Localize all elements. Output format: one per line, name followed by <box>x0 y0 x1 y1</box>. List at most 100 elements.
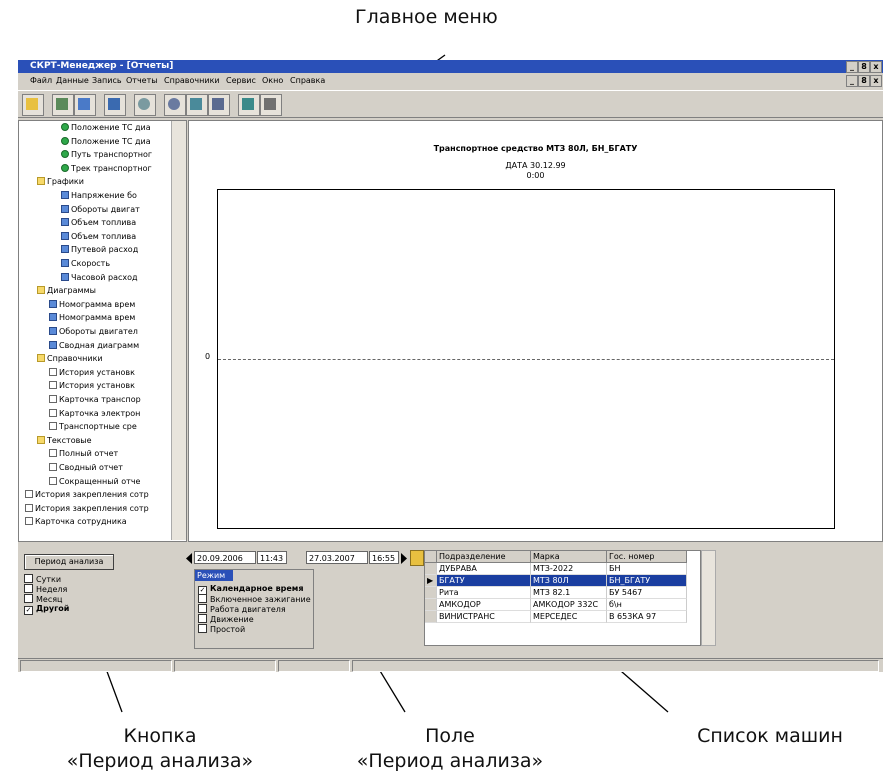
tree-item[interactable]: История закрепления сотр <box>25 490 149 500</box>
table-cell[interactable]: АМКОДОР <box>437 599 531 611</box>
settings-button[interactable] <box>186 94 208 116</box>
tree-item[interactable]: Сокращенный отче <box>49 476 140 487</box>
period-analysis-button[interactable]: Период анализа <box>24 554 114 570</box>
copy-button[interactable] <box>208 94 230 116</box>
minimize-button[interactable]: _ <box>846 61 858 73</box>
tree-scrollbar[interactable] <box>171 121 186 540</box>
mdi-close-button[interactable]: x <box>870 75 882 87</box>
tree-item[interactable]: Диаграммы <box>37 286 96 296</box>
tree-item[interactable]: Полный отчет <box>49 449 118 459</box>
tree-item[interactable]: Путевой расход <box>61 245 138 255</box>
refresh-button[interactable] <box>134 94 156 116</box>
search-button[interactable] <box>164 94 186 116</box>
tree-item[interactable]: Текстовые <box>37 435 92 446</box>
table-cell[interactable]: МЕРСЕДЕС <box>531 611 607 623</box>
table-cell[interactable]: ДУБРАВА <box>437 563 531 575</box>
tree-item[interactable]: Карточка транспор <box>49 395 141 405</box>
tree-item[interactable]: История установк <box>49 381 135 391</box>
table-cell[interactable]: МТЗ 82.1 <box>531 587 607 599</box>
tree-item[interactable]: Положение ТС диа <box>61 123 151 133</box>
tree-item[interactable]: Номограмма врем <box>49 313 135 323</box>
tree-item[interactable]: Объем топлива <box>61 218 136 228</box>
report-icon <box>49 340 57 349</box>
tree-item[interactable]: Положение ТС диа <box>61 136 151 147</box>
table-cell[interactable]: ВИНИСТРАНС <box>437 611 531 623</box>
chart-button[interactable] <box>74 94 96 116</box>
export-button[interactable] <box>104 94 126 116</box>
table-cell[interactable]: Рита <box>437 587 531 599</box>
range-prev-arrow[interactable] <box>186 553 192 564</box>
table-cell[interactable]: б\н <box>607 599 687 611</box>
column-header[interactable]: Марка <box>531 551 607 563</box>
start-date-field[interactable]: 20.09.2006 <box>194 551 256 564</box>
tree-item[interactable]: Напряжение бо <box>61 191 137 201</box>
row-header[interactable] <box>425 611 437 623</box>
home-icon <box>56 98 68 110</box>
checkbox[interactable] <box>24 574 33 583</box>
column-header[interactable]: Подразделение <box>437 551 531 563</box>
menu-file[interactable]: Файл <box>30 74 52 87</box>
checkbox[interactable] <box>198 594 207 603</box>
tree-item[interactable]: Графики <box>37 177 84 187</box>
tree-item[interactable]: Сводный отчет <box>49 463 123 473</box>
tree-item[interactable]: Обороты двигат <box>61 204 140 215</box>
folder-icon <box>37 177 45 186</box>
checkbox[interactable] <box>198 624 207 633</box>
menu-window[interactable]: Окно <box>262 74 283 87</box>
menu-record[interactable]: Запись <box>92 74 122 87</box>
checkbox[interactable] <box>198 604 207 613</box>
table-cell[interactable]: БУ 5467 <box>607 587 687 599</box>
tree-item[interactable]: Сводная диаграмм <box>49 340 139 351</box>
maximize-button[interactable]: 8 <box>858 61 870 73</box>
tree-item[interactable]: Карточка электрон <box>49 408 140 419</box>
tree-toggle-button[interactable] <box>22 94 44 116</box>
range-next-arrow[interactable] <box>401 553 407 564</box>
checkbox[interactable]: ✓ <box>24 606 33 615</box>
filter-icon[interactable] <box>410 550 424 566</box>
mdi-maximize-button[interactable]: 8 <box>858 75 870 87</box>
column-header[interactable]: Гос. номер <box>607 551 687 563</box>
table-cell[interactable]: БН_БГАТУ <box>607 575 687 587</box>
end-date-field[interactable]: 27.03.2007 <box>306 551 368 564</box>
close-button[interactable]: x <box>870 61 882 73</box>
table-cell[interactable]: АМКОДОР 332С <box>531 599 607 611</box>
checkbox[interactable] <box>198 614 207 623</box>
menu-help[interactable]: Справка <box>290 74 325 87</box>
checkbox[interactable] <box>24 584 33 593</box>
save-button[interactable] <box>260 94 282 116</box>
mode-option[interactable]: Простой <box>198 624 245 635</box>
row-header[interactable] <box>425 587 437 599</box>
row-indicator-icon[interactable]: ▶ <box>425 575 437 587</box>
tree-item[interactable]: Справочники <box>37 354 103 364</box>
table-cell[interactable]: БН <box>607 563 687 575</box>
tree-item[interactable]: Объем топлива <box>61 231 136 242</box>
tree-item[interactable]: Транспортные сре <box>49 422 137 432</box>
row-header[interactable] <box>425 563 437 575</box>
tree-item[interactable]: Номограмма врем <box>49 299 135 310</box>
table-cell[interactable]: МТЗ-2022 <box>531 563 607 575</box>
mdi-minimize-button[interactable]: _ <box>846 75 858 87</box>
menu-data[interactable]: Данные <box>56 74 89 87</box>
tree-item[interactable]: Карточка сотрудника <box>25 517 127 527</box>
tree-item[interactable]: Трек транспортног <box>61 163 152 174</box>
tree-item[interactable]: Путь транспортног <box>61 150 152 160</box>
home-button[interactable] <box>52 94 74 116</box>
tree-item[interactable]: История установк <box>49 367 135 378</box>
tree-item[interactable]: Часовой расход <box>61 272 138 283</box>
table-cell[interactable]: БГАТУ <box>437 575 531 587</box>
end-time-field[interactable]: 16:55 <box>369 551 399 564</box>
start-time-field[interactable]: 11:43 <box>257 551 287 564</box>
menu-reports[interactable]: Отчеты <box>126 74 158 87</box>
row-header[interactable] <box>425 599 437 611</box>
tree-item[interactable]: Обороты двигател <box>49 327 138 337</box>
table-cell[interactable]: МТЗ 80Л <box>531 575 607 587</box>
menu-references[interactable]: Справочники <box>164 74 220 87</box>
checkbox[interactable] <box>24 594 33 603</box>
vehicle-list-scrollbar[interactable] <box>701 550 716 646</box>
print-button[interactable] <box>238 94 260 116</box>
table-cell[interactable]: В 653КА 97 <box>607 611 687 623</box>
tree-item[interactable]: Скорость <box>61 259 110 269</box>
period-option[interactable]: ✓ Другой <box>24 604 69 615</box>
menu-service[interactable]: Сервис <box>226 74 256 87</box>
tree-item[interactable]: История закрепления сотр <box>25 503 149 514</box>
